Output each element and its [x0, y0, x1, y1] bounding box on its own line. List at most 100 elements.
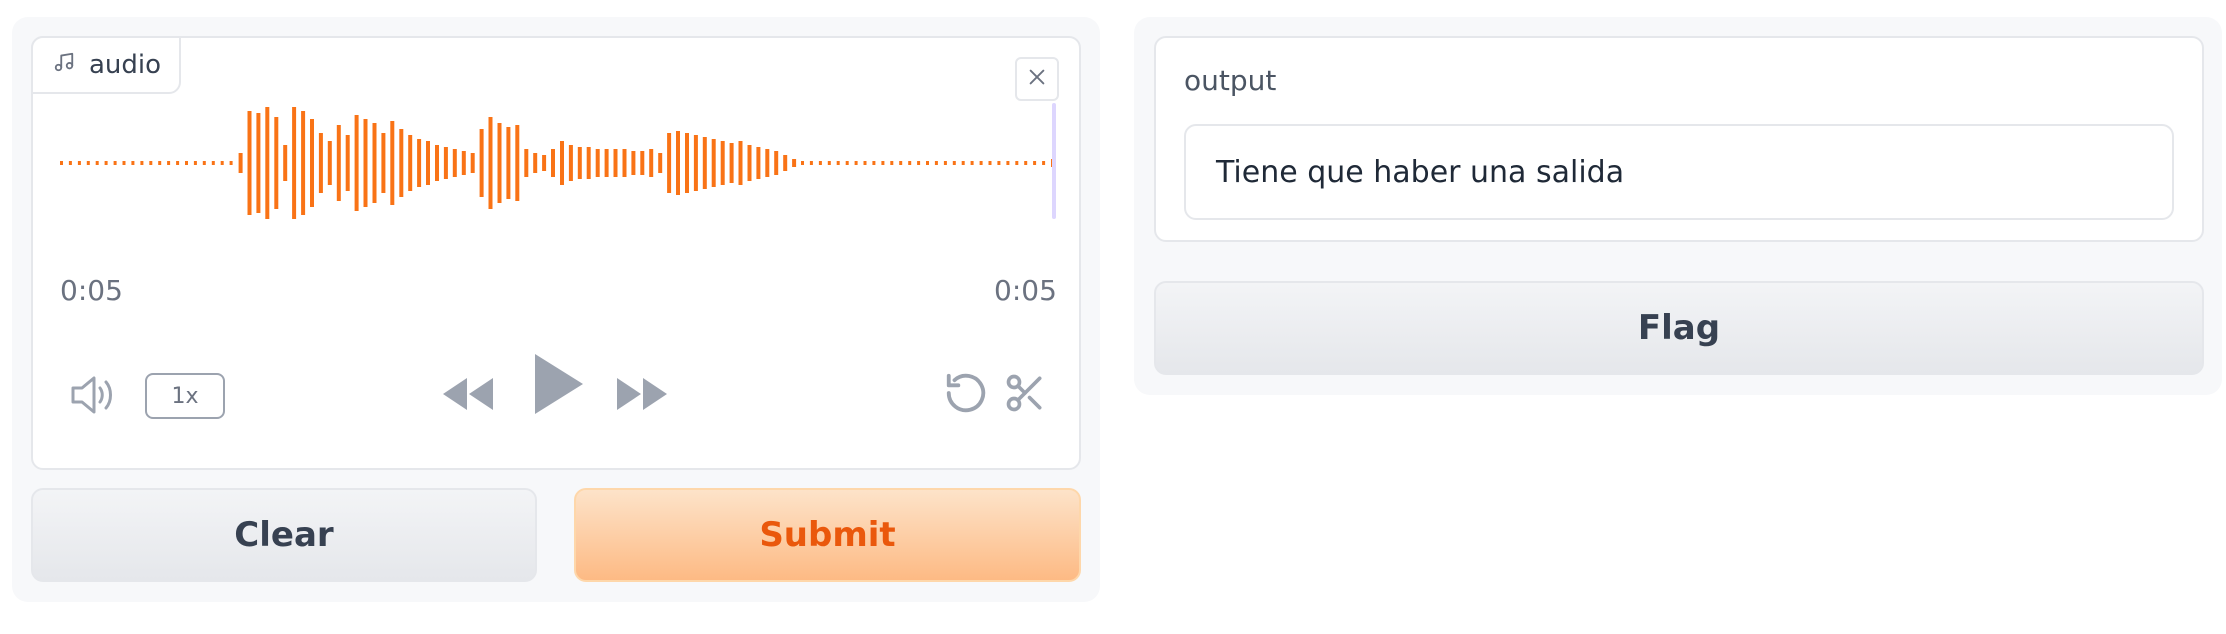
waveform-bar [631, 151, 636, 175]
flag-button[interactable]: Flag [1154, 281, 2204, 375]
waveform-bar [863, 161, 867, 165]
waveform-bar [318, 133, 323, 193]
volume-icon[interactable] [69, 372, 119, 422]
waveform-bar [1015, 161, 1019, 165]
waveform-bar [926, 161, 929, 165]
waveform-bar [381, 133, 386, 193]
waveform-bar [649, 149, 654, 177]
waveform-bar [693, 135, 698, 191]
waveform-bar [765, 149, 770, 177]
waveform-bar [1033, 161, 1037, 165]
waveform-bar [827, 161, 831, 165]
input-panel: audio 0:05 0:05 1x Clear Submit [12, 17, 1100, 602]
waveform[interactable] [33, 98, 1079, 228]
waveform-bar [310, 119, 314, 207]
waveform-bar [122, 161, 126, 165]
waveform-bar [908, 161, 912, 165]
waveform-bar [113, 161, 117, 165]
waveform-bar [667, 133, 672, 193]
waveform-bar [301, 111, 306, 215]
clear-audio-button[interactable] [1015, 57, 1059, 101]
waveform-bar [452, 149, 457, 177]
waveform-bar [68, 161, 72, 165]
output-panel: output Tiene que haber una salida Flag [1134, 17, 2222, 395]
waveform-bar [1042, 161, 1046, 165]
waveform-bar [77, 161, 81, 165]
waveform-bar [408, 135, 413, 191]
waveform-bar [1024, 161, 1028, 165]
waveform-bar [845, 161, 849, 165]
close-icon [1026, 66, 1048, 92]
waveform-bar [60, 161, 63, 165]
waveform-bar [622, 149, 627, 177]
waveform-bar [818, 161, 822, 165]
playhead-cursor[interactable] [1052, 103, 1056, 219]
output-card: output Tiene que haber una salida [1154, 36, 2204, 242]
waveform-bar [256, 113, 261, 213]
play-icon[interactable] [531, 352, 585, 420]
waveform-bar [506, 127, 511, 199]
clear-button[interactable]: Clear [31, 488, 537, 582]
waveform-bar [738, 141, 743, 185]
waveform-bar [961, 161, 965, 165]
waveform-bar [443, 147, 448, 179]
rewind-icon[interactable] [441, 374, 495, 418]
waveform-bar [988, 161, 992, 165]
waveform-bar [131, 161, 135, 165]
undo-icon[interactable] [943, 370, 989, 420]
waveform-bar [176, 161, 180, 165]
waveform-bar [756, 147, 761, 179]
waveform-bar [211, 161, 215, 165]
waveform-bar [149, 161, 153, 165]
waveform-bar [1006, 161, 1010, 165]
waveform-bar [524, 149, 529, 177]
waveform-bar [202, 161, 206, 165]
waveform-bar [542, 155, 547, 171]
playback-rate-button[interactable]: 1x [145, 373, 225, 419]
scissors-icon[interactable] [1003, 371, 1047, 419]
waveform-bar [613, 149, 618, 177]
output-textbox[interactable]: Tiene que haber una salida [1184, 124, 2174, 220]
audio-player: audio 0:05 0:05 1x [31, 36, 1081, 470]
waveform-bar [836, 161, 840, 165]
waveform-bar [515, 125, 520, 201]
waveform-bar [560, 141, 564, 185]
waveform-bar [943, 161, 947, 165]
waveform-bar [711, 139, 716, 187]
waveform-bar [720, 141, 725, 185]
waveform-bar [658, 153, 663, 173]
waveform-bar [167, 161, 171, 165]
waveform-bar [783, 155, 788, 171]
waveform-bar [238, 153, 243, 173]
waveform-bar [470, 153, 475, 173]
waveform-bar [702, 137, 707, 189]
waveform-bar [158, 161, 162, 165]
music-note-icon [53, 50, 75, 80]
waveform-bar [104, 161, 108, 165]
waveform-bar [533, 153, 538, 173]
waveform-bar [479, 129, 484, 197]
waveform-bar [729, 143, 734, 183]
waveform-bar [488, 117, 493, 209]
waveform-bar [193, 161, 197, 165]
waveform-bar [881, 161, 885, 165]
waveform-bar [283, 145, 288, 181]
waveform-bar [140, 161, 144, 165]
waveform-bar [426, 141, 430, 185]
current-time: 0:05 [60, 274, 123, 307]
submit-button[interactable]: Submit [574, 488, 1081, 582]
waveform-bar [809, 161, 813, 165]
audio-label: audio [89, 50, 162, 80]
waveform-bar [372, 123, 377, 203]
waveform-bar [568, 145, 573, 181]
waveform-bar [685, 133, 689, 193]
waveform-bar [997, 161, 1001, 165]
waveform-bar [399, 129, 404, 197]
waveform-bar [497, 123, 502, 203]
waveform-bar [86, 161, 90, 165]
waveform-bar [774, 151, 779, 175]
waveform-bar [461, 151, 466, 175]
fast-forward-icon[interactable] [615, 374, 669, 418]
waveform-bar [934, 161, 938, 165]
waveform-bar [970, 161, 974, 165]
